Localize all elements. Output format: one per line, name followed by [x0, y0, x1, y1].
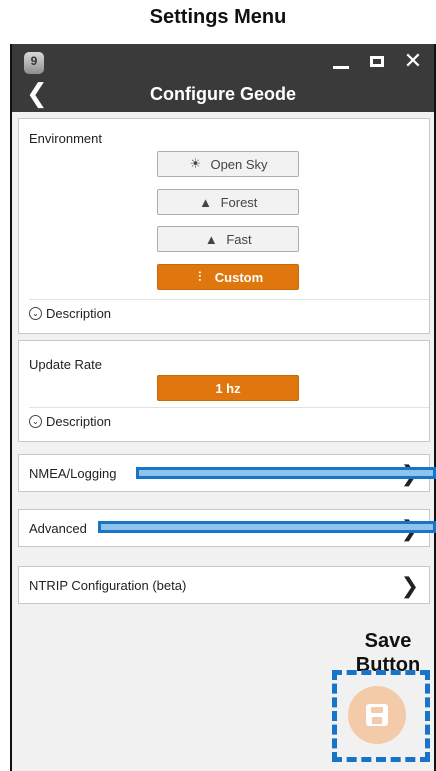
update-rate-description-toggle[interactable]: ⌄ Description: [29, 414, 111, 429]
divider: [29, 407, 429, 408]
sun-icon: ☀: [189, 156, 202, 171]
update-rate-button[interactable]: 1 hz: [157, 375, 299, 401]
environment-card: Environment ☀ Open Sky ▲ Forest ▲ Fast ⫶…: [18, 118, 430, 334]
minimize-icon[interactable]: [330, 48, 352, 74]
update-rate-value: 1 hz: [215, 380, 241, 396]
environment-description-toggle[interactable]: ⌄ Description: [29, 306, 111, 321]
environment-title: Environment: [29, 131, 102, 146]
floppy-disk-icon: [366, 704, 388, 726]
chevron-right-icon: ❯: [400, 573, 419, 598]
maximize-icon[interactable]: [366, 48, 388, 74]
advanced-label: Advanced: [29, 521, 87, 536]
divider: [29, 299, 429, 300]
save-annotation-line1: Save: [364, 630, 412, 652]
custom-label: Custom: [214, 269, 264, 285]
open-sky-button[interactable]: ☀ Open Sky: [157, 151, 299, 177]
description-label: Description: [46, 306, 112, 321]
chevron-down-circle-icon: ⌄: [29, 307, 42, 320]
ntrip-configuration-label: NTRIP Configuration (beta): [29, 578, 187, 593]
app-logo: 9: [24, 52, 44, 74]
forest-button[interactable]: ▲ Forest: [157, 189, 299, 215]
window-controls: ✕: [330, 48, 424, 74]
custom-button[interactable]: ⫶ Custom: [157, 264, 299, 290]
nmea-logging-highlight: [136, 467, 436, 479]
fast-button[interactable]: ▲ Fast: [157, 226, 299, 252]
update-rate-title: Update Rate: [29, 357, 102, 372]
advanced-highlight: [98, 521, 436, 533]
save-button[interactable]: [348, 686, 406, 744]
sliders-icon: ⫶: [198, 269, 202, 284]
forest-label: Forest: [220, 194, 258, 210]
fast-label: Fast: [226, 231, 252, 247]
title-bar: 9 ✕ ❮ Configure Geode: [12, 44, 434, 112]
ntrip-configuration-row[interactable]: NTRIP Configuration (beta) ❯: [18, 566, 430, 604]
nmea-logging-label: NMEA/Logging: [29, 466, 117, 481]
description-label: Description: [46, 414, 112, 429]
update-rate-card: Update Rate 1 hz ⌄ Description: [18, 340, 430, 442]
chevron-down-circle-icon: ⌄: [29, 415, 42, 428]
close-icon[interactable]: ✕: [402, 48, 424, 74]
open-sky-label: Open Sky: [210, 156, 268, 172]
trees-icon: ▲: [199, 194, 213, 210]
screen-title: Configure Geode: [149, 84, 296, 104]
page-heading: Settings Menu: [149, 6, 287, 28]
road-icon: ▲: [204, 231, 218, 247]
